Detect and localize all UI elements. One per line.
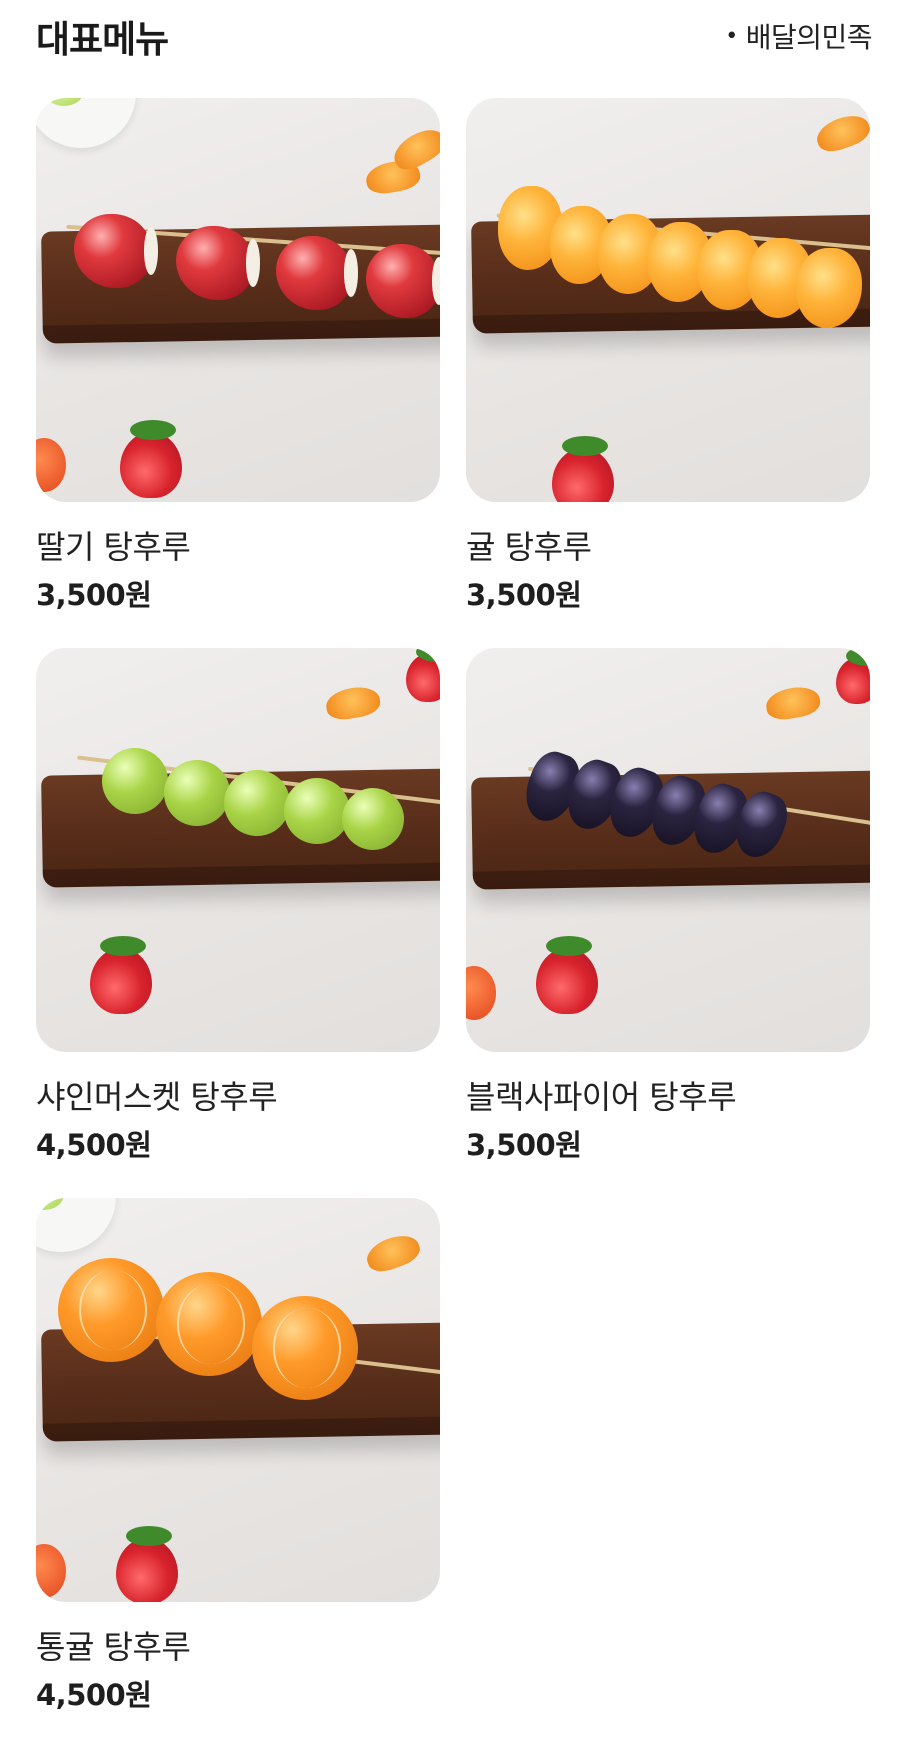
black-sapphire-tanghulu-image[interactable] — [466, 648, 870, 1052]
strawberry-icon — [116, 1526, 178, 1602]
menu-item-strawberry[interactable]: 딸기 탕후루 3,500원 — [36, 98, 440, 612]
menu-item-name: 통귤 탕후루 — [36, 1628, 191, 1666]
whole-tangerine-fruit — [252, 1296, 358, 1400]
strawberry-icon — [90, 936, 152, 1014]
whole-tangerine-fruit — [58, 1258, 164, 1362]
menu-item-name: 귤 탕후루 — [466, 528, 592, 566]
menu-item-name: 샤인머스켓 탕후루 — [36, 1078, 278, 1116]
strawberry-icon — [120, 420, 182, 498]
grape-bowl-icon — [36, 98, 136, 148]
strawberry-icon — [836, 648, 870, 704]
strawberry-fruit — [366, 244, 440, 318]
orange-slice-icon — [763, 683, 823, 723]
menu-item-price: 3,500원 — [466, 578, 582, 612]
grape-fruit — [102, 748, 168, 814]
grape-fruit — [224, 770, 290, 836]
shine-muscat-tanghulu-image[interactable] — [36, 648, 440, 1052]
tomato-icon — [466, 966, 496, 1020]
menu-item-tangerine[interactable]: 귤 탕후루 3,500원 — [466, 98, 870, 612]
strawberry-icon — [552, 436, 614, 502]
section-header: 대표메뉴 • 배달의민족 — [36, 8, 873, 64]
menu-item-name: 블랙사파이어 탕후루 — [466, 1078, 737, 1116]
menu-item-whole-tangerine[interactable]: 통귤 탕후루 4,500원 — [36, 1198, 440, 1712]
strawberry-icon — [406, 648, 440, 702]
tomato-icon — [36, 1544, 66, 1598]
source-name: 배달의민족 — [745, 21, 873, 54]
section-title: 대표메뉴 — [36, 18, 169, 61]
menu-item-price: 4,500원 — [36, 1678, 152, 1712]
bullet-icon: • — [725, 23, 738, 49]
grape-fruit — [342, 788, 404, 850]
menu-item-black-sapphire[interactable]: 블랙사파이어 탕후루 3,500원 — [466, 648, 870, 1162]
strawberry-icon — [536, 936, 598, 1014]
tomato-icon — [36, 438, 66, 492]
strawberry-fruit — [276, 236, 358, 310]
menu-item-shine-muscat[interactable]: 샤인머스켓 탕후루 4,500원 — [36, 648, 440, 1162]
tangerine-tanghulu-image[interactable] — [466, 98, 870, 502]
orange-slice-icon — [323, 683, 383, 723]
source-label: • 배달의민족 — [725, 16, 872, 56]
whole-tangerine-fruit — [156, 1272, 262, 1376]
grape-fruit — [164, 760, 230, 826]
grape-fruit — [284, 778, 350, 844]
menu-item-name: 딸기 탕후루 — [36, 528, 191, 566]
whole-tangerine-tanghulu-image[interactable] — [36, 1198, 440, 1602]
orange-slice-icon — [362, 1229, 424, 1277]
menu-item-price: 3,500원 — [466, 1128, 582, 1162]
orange-slice-icon — [812, 109, 870, 157]
strawberry-tanghulu-image[interactable] — [36, 98, 440, 502]
menu-item-price: 3,500원 — [36, 578, 152, 612]
grape-bowl-icon — [36, 1198, 116, 1252]
menu-item-price: 4,500원 — [36, 1128, 152, 1162]
